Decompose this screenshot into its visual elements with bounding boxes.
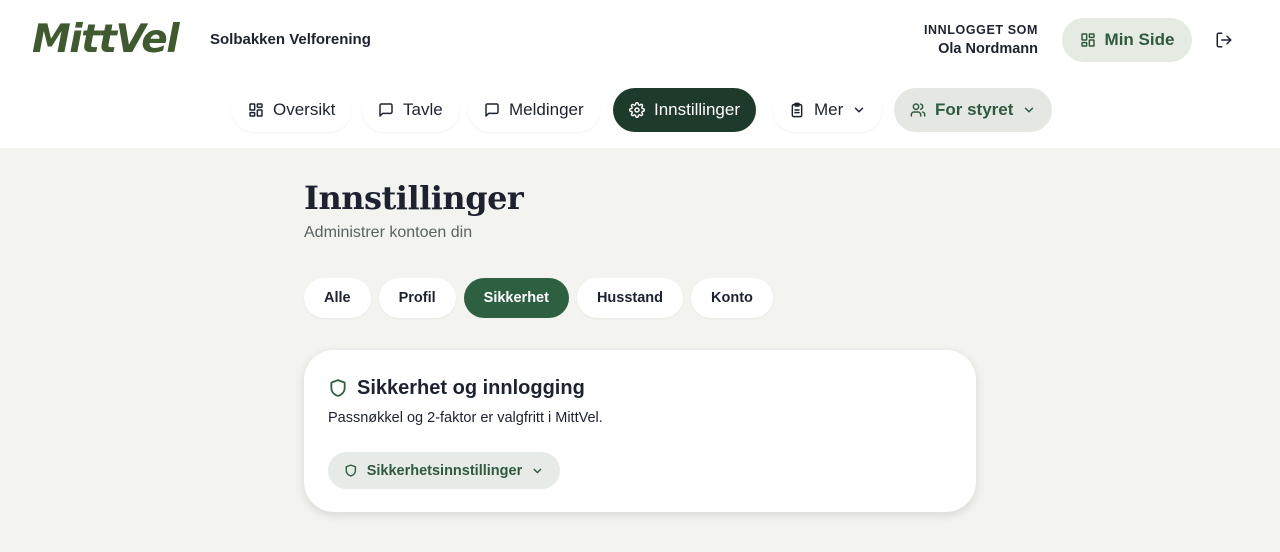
nav-item-innstillinger[interactable]: Innstillinger [613,88,756,132]
chevron-down-icon [533,468,542,473]
organization-name: Solbakken Velforening [210,31,371,48]
user-name: Ola Nordmann [938,41,1038,57]
tab-sikkerhet[interactable]: Sikkerhet [463,278,569,318]
nav-item-label: For styret [935,100,1014,119]
nav-item-oversikt[interactable]: Oversikt [232,88,352,132]
security-card-header: Sikkerhet og innlogging [328,376,585,400]
nav-item-meldinger[interactable]: Meldinger [468,88,600,132]
nav-item-for-styret[interactable]: For styret [894,88,1053,132]
security-settings-button[interactable]: Sikkerhetsinnstillinger [328,452,560,489]
logout-icon [1216,32,1232,48]
logout-button[interactable] [1212,28,1236,52]
message-square-icon [379,103,393,117]
shield-icon [330,379,346,397]
security-card-title: Sikkerhet og innlogging [357,377,585,399]
chevron-down-icon [1025,107,1034,113]
nav-item-label: Oversikt [273,100,336,119]
grid-icon [249,103,263,117]
app-logo[interactable]: MittVel [32,18,180,62]
tab-profil[interactable]: Profil [378,278,456,318]
clipboard-icon [791,102,803,118]
tab-husstand[interactable]: Husstand [576,278,684,318]
nav-item-label: Meldinger [509,100,584,119]
nav-item-tavle[interactable]: Tavle [362,88,459,132]
logged-in-caption: INNLOGGET SOM [923,23,1038,37]
gear-icon [629,102,645,118]
tab-konto[interactable]: Konto [691,278,773,318]
users-icon [910,103,926,117]
my-page-button[interactable]: Min Side [1062,18,1192,62]
chevron-down-icon [855,107,864,113]
tab-alle[interactable]: Alle [304,278,371,318]
security-settings-label: Sikkerhetsinnstillinger [366,462,523,479]
settings-tabs: Alle Profil Sikkerhet Husstand Konto [304,278,773,318]
logged-in-user: INNLOGGET SOM Ola Nordmann [924,22,1038,58]
top-bar: MittVel Solbakken Velforening INNLOGGET … [0,0,1280,148]
nav-item-label: Innstillinger [654,100,740,119]
message-square-icon [485,103,499,117]
main-nav: Oversikt Tavle Meldinger Innstillinger M… [0,88,1280,132]
nav-item-mer[interactable]: Mer [773,88,883,132]
shield-icon [345,464,357,477]
page-title: Innstillinger [304,179,524,217]
my-page-label: Min Side [1104,30,1175,49]
nav-item-label: Mer [814,100,844,119]
security-card: Sikkerhet og innlogging Passnøkkel og 2-… [304,350,976,512]
grid-icon [1080,33,1095,47]
nav-item-label: Tavle [403,100,443,119]
page-subtitle: Administrer kontoen din [304,224,473,241]
security-card-description: Passnøkkel og 2-faktor er valgfritt i Mi… [328,410,603,426]
